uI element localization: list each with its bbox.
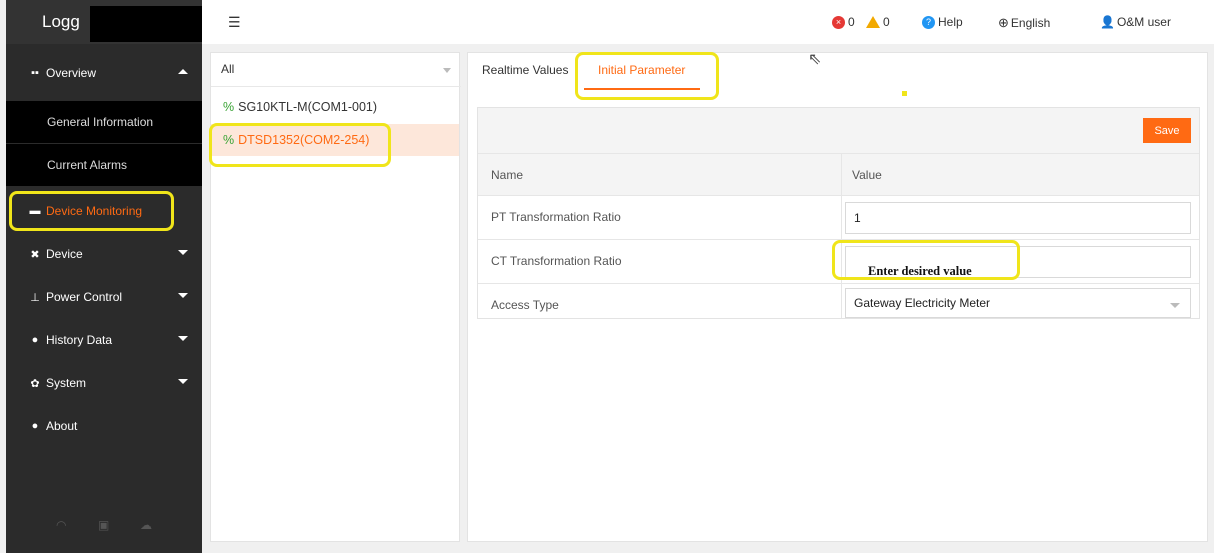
error-icon: ×	[832, 15, 845, 29]
device-item-sg10ktl[interactable]: % SG10KTL-M(COM1-001)	[211, 91, 459, 123]
menu-icon[interactable]: ☰	[228, 14, 241, 31]
sidebar-item-label: Device Monitoring	[46, 204, 143, 218]
column-divider	[841, 240, 842, 283]
chevron-up-icon	[178, 69, 188, 74]
link-icon: %	[223, 133, 235, 147]
logo-text: Logg	[42, 12, 80, 31]
help-label: Help	[938, 15, 963, 29]
status-icons: ◠ ▣ ☁	[6, 514, 202, 538]
save-button[interactable]: Save	[1143, 118, 1191, 143]
language-label: English	[1010, 16, 1051, 30]
chevron-down-icon	[178, 293, 188, 298]
parameter-panel: Realtime Values Initial Parameter ⇖ Save…	[467, 51, 1208, 542]
mouse-cursor-icon: ⇖	[808, 51, 822, 68]
link-icon: %	[223, 100, 235, 114]
sidebar-item-label: Overview	[46, 66, 97, 80]
network-icon: ▣	[98, 518, 110, 532]
column-divider	[841, 284, 842, 318]
header-value: Value	[852, 168, 882, 182]
language-selector[interactable]: ⊕ English	[998, 15, 1050, 31]
table-toolbar: Save	[478, 108, 1199, 153]
device-label: SG10KTL-M(COM1-001)	[238, 100, 378, 114]
sidebar-item-system[interactable]: ✿ System	[6, 362, 202, 404]
table-row: PT Transformation Ratio 1	[478, 195, 1199, 239]
ct-ratio-input[interactable]: Enter desired value	[845, 246, 1191, 278]
device-filter-select[interactable]: All	[211, 53, 461, 87]
chevron-down-icon	[178, 250, 188, 255]
sidebar-item-label: History Data	[46, 333, 113, 347]
sidebar-item-label: Device	[46, 247, 83, 261]
wifi-icon: ◠	[56, 518, 67, 532]
chevron-down-icon	[178, 336, 188, 341]
table-row: CT Transformation Ratio Enter desired va…	[478, 239, 1199, 283]
error-count[interactable]: × 0	[832, 15, 855, 29]
selected-value: Gateway Electricity Meter	[854, 296, 991, 310]
sidebar-item-label: About	[46, 419, 78, 433]
chevron-down-icon	[443, 68, 451, 73]
active-tab-indicator	[584, 88, 700, 90]
pt-ratio-input[interactable]: 1	[845, 202, 1191, 234]
sidebar-item-device[interactable]: ✖ Device	[6, 233, 202, 275]
grid-icon: ▪▪	[31, 67, 39, 79]
tab-initial-parameter[interactable]: Initial Parameter	[598, 63, 685, 77]
row-name: PT Transformation Ratio	[491, 210, 621, 224]
sidebar-item-power-control[interactable]: ⊥ Power Control	[6, 276, 202, 318]
warning-count[interactable]: 0	[866, 15, 890, 29]
annotation-note: Enter desired value	[868, 264, 972, 278]
filter-value: All	[221, 62, 235, 76]
sidebar: Logg ▪▪ Overview General Information Cur…	[6, 0, 202, 553]
sidebar-item-overview[interactable]: ▪▪ Overview	[6, 52, 202, 94]
access-type-select[interactable]: Gateway Electricity Meter	[845, 288, 1191, 318]
error-count-value: 0	[848, 15, 855, 29]
device-label: DTSD1352(COM2-254)	[238, 133, 370, 147]
sidebar-item-device-monitoring[interactable]: ▬ Device Monitoring	[6, 190, 202, 232]
column-divider	[841, 196, 842, 239]
clock-icon: ●	[31, 334, 39, 346]
sidebar-item-general-information[interactable]: General Information	[6, 101, 202, 143]
warning-count-value: 0	[883, 15, 890, 29]
gear-icon: ✿	[30, 377, 40, 390]
device-list-panel: All % SG10KTL-M(COM1-001) % DTSD1352(COM2-…	[209, 52, 461, 542]
table-header-row: Name Value	[478, 153, 1199, 195]
device-item-dtsd1352[interactable]: % DTSD1352(COM2-254)	[211, 124, 459, 156]
help-link[interactable]: ? Help	[922, 15, 963, 29]
globe-icon: ⊕	[998, 15, 1009, 30]
sidebar-item-history-data[interactable]: ● History Data	[6, 319, 202, 361]
top-bar: ☰ × 0 0 ? Help ⊕ English 👤 O&M user	[202, 0, 1214, 44]
user-icon: 👤	[1100, 15, 1115, 29]
tools-icon: ✖	[30, 248, 40, 261]
chevron-down-icon	[1170, 303, 1180, 308]
sidebar-item-about[interactable]: ● About	[6, 405, 202, 447]
monitor-icon: ▬	[29, 205, 41, 217]
column-divider	[841, 154, 842, 195]
user-menu[interactable]: 👤 O&M user	[1100, 15, 1171, 29]
tower-icon: ⊥	[30, 291, 40, 304]
row-name: CT Transformation Ratio	[491, 254, 622, 268]
sidebar-item-current-alarms[interactable]: Current Alarms	[6, 144, 202, 186]
warning-icon	[866, 16, 880, 28]
tab-realtime-values[interactable]: Realtime Values	[482, 63, 568, 77]
chevron-down-icon	[178, 379, 188, 384]
user-label: O&M user	[1116, 15, 1171, 29]
cloud-icon: ☁	[140, 518, 152, 532]
sidebar-item-label: System	[46, 376, 87, 390]
sidebar-item-label: Power Control	[46, 290, 123, 304]
parameter-table: Save Name Value PT Transformation Ratio …	[477, 107, 1200, 319]
header-name: Name	[491, 168, 524, 182]
table-row: Access Type Gateway Electricity Meter	[478, 283, 1199, 318]
info-icon: ●	[31, 420, 39, 432]
highlight-dot	[902, 91, 907, 96]
row-name: Access Type	[491, 298, 559, 312]
help-icon: ?	[922, 15, 935, 29]
